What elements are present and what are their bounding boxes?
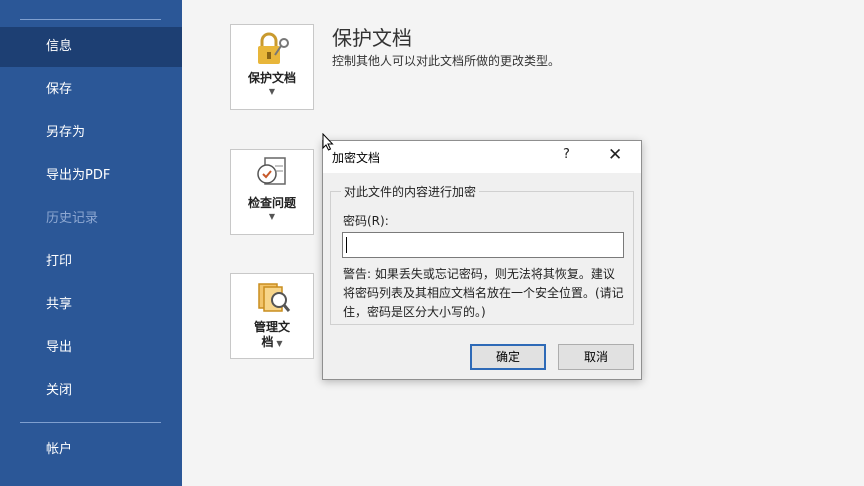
cancel-button[interactable]: 取消 (558, 344, 634, 370)
chevron-down-icon: ▼ (268, 212, 276, 221)
sidebar-divider (20, 19, 161, 20)
sidebar-item-export-pdf[interactable]: 导出为PDF (0, 156, 182, 196)
password-label: 密码(R): (343, 214, 389, 228)
manage-document-label-line1: 管理文 (253, 320, 290, 334)
inspect-document-label: 检查问题 (247, 196, 296, 210)
sidebar-item-save[interactable]: 保存 (0, 70, 182, 110)
document-checklist-icon (253, 156, 293, 192)
text-cursor (346, 237, 347, 253)
sidebar-item-history: 历史记录 (46, 211, 99, 226)
dialog-title: 加密文档 (332, 151, 381, 165)
group-label: 对此文件的内容进行加密 (341, 183, 480, 200)
manage-document-label-line2: 档 (261, 335, 274, 349)
warning-text: 警告: 如果丢失或忘记密码，则无法将其恢复。建议将密码列表及其相应文档名放在一个… (343, 267, 624, 319)
chevron-down-icon: ▼ (273, 339, 283, 348)
inspect-document-button[interactable]: 检查问题 ▼ (230, 149, 314, 235)
sidebar-item-account[interactable]: 帐户 (0, 430, 182, 470)
manage-document-label: 管理文 档 ▼ (231, 320, 313, 351)
section-description: 控制其他人可以对此文档所做的更改类型。 (332, 54, 561, 68)
close-icon[interactable]: ✕ (608, 145, 622, 165)
encrypt-group: 对此文件的内容进行加密 密码(R): 警告: 如果丢失或忘记密码，则无法将其恢复… (330, 183, 634, 325)
lock-key-icon (253, 31, 293, 67)
encrypt-document-dialog: 加密文档 ? ✕ 对此文件的内容进行加密 密码(R): 警告: 如果丢失或忘记密… (322, 140, 642, 380)
section-title: 保护文档 (332, 26, 412, 50)
protect-document-label: 保护文档 (247, 71, 296, 85)
manage-document-button[interactable]: 管理文 档 ▼ (230, 273, 314, 359)
sidebar-item-save-as[interactable]: 另存为 (0, 113, 182, 153)
ok-button[interactable]: 确定 (470, 344, 546, 370)
backstage-sidebar: 信息 保存 另存为 导出为PDF 历史记录 打印 共享 导出 关闭 帐户 (0, 0, 182, 486)
mouse-pointer-icon (322, 132, 334, 155)
help-button[interactable]: ? (563, 147, 570, 162)
chevron-down-icon: ▼ (268, 87, 276, 96)
sidebar-item-export[interactable]: 导出 (0, 328, 182, 368)
sidebar-item-info[interactable]: 信息 (0, 27, 182, 67)
sidebar-item-print[interactable]: 打印 (0, 242, 182, 282)
document-search-icon (253, 280, 293, 316)
password-field[interactable] (342, 232, 624, 258)
dialog-titlebar: 加密文档 ? ✕ (323, 141, 641, 173)
protect-document-button[interactable]: 保护文档 ▼ (230, 24, 314, 110)
sidebar-divider (20, 422, 161, 423)
sidebar-item-share[interactable]: 共享 (0, 285, 182, 325)
sidebar-item-close[interactable]: 关闭 (0, 371, 182, 411)
